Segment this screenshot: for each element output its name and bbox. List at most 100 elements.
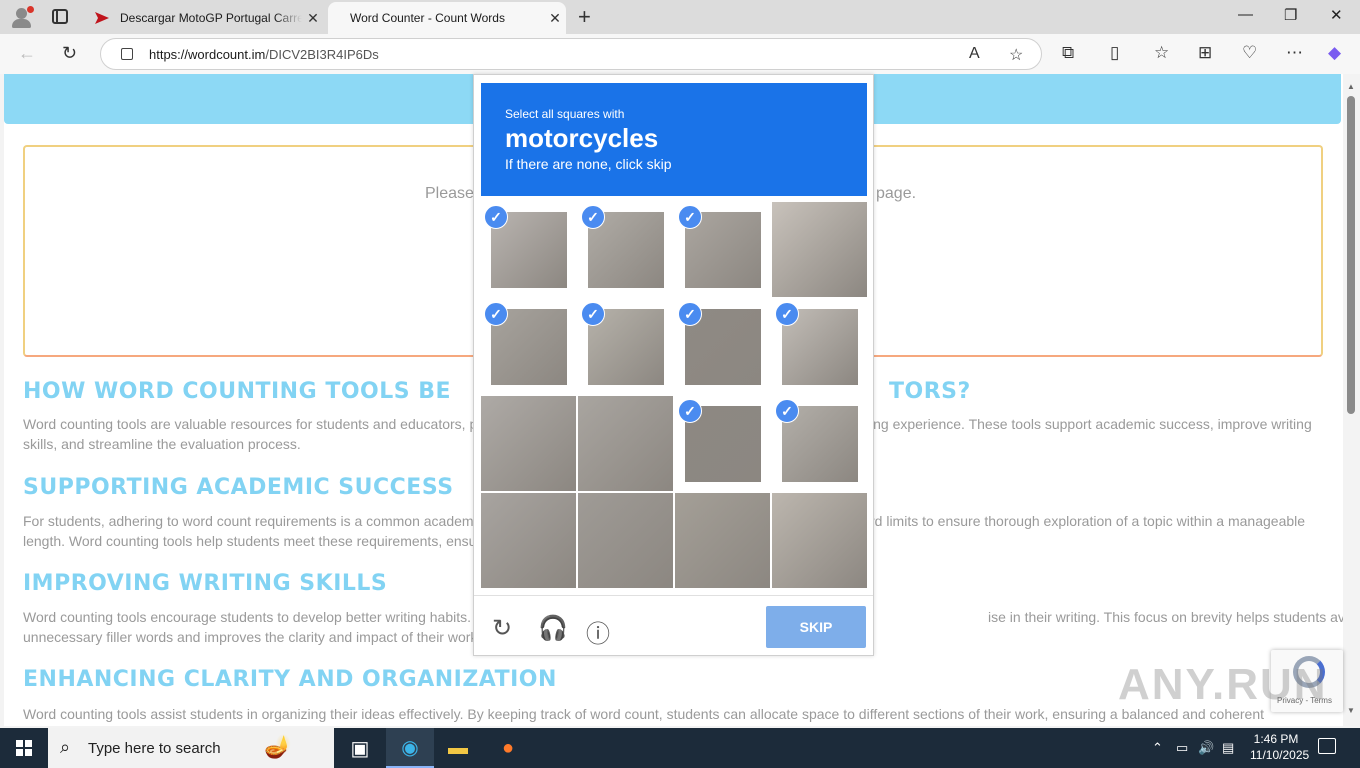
minimize-button[interactable]: —: [1238, 6, 1253, 23]
captcha-tile[interactable]: ✓: [772, 299, 867, 394]
section-heading: HOW WORD COUNTING TOOLS BE: [23, 379, 452, 404]
captcha-tile[interactable]: ✓: [675, 202, 770, 297]
section-text-end: rd limits to ensure thorough exploration…: [870, 513, 1306, 529]
captcha-tile[interactable]: [578, 493, 673, 588]
tray-device-icon[interactable]: ▭: [1176, 740, 1188, 756]
edge-taskbar-icon[interactable]: ◉: [386, 728, 434, 768]
captcha-tile[interactable]: [481, 493, 576, 588]
section-text: length. Word counting tools help student…: [23, 533, 473, 549]
favorite-star-icon[interactable]: ☆: [1009, 45, 1023, 65]
section-heading: SUPPORTING ACADEMIC SUCCESS: [23, 475, 454, 500]
tile-selected-check-icon: ✓: [775, 302, 799, 326]
captcha-tile-image: [772, 202, 867, 297]
section-text: Word counting tools are valuable resourc…: [23, 416, 473, 432]
reload-icon[interactable]: ↻: [492, 614, 512, 643]
captcha-image-grid: ✓ ✓ ✓ ✓ ✓ ✓ ✓ ✓ ✓: [481, 202, 869, 590]
captcha-tile[interactable]: [772, 202, 867, 297]
anyrun-watermark: ANY.RUN: [1118, 660, 1328, 709]
search-icon: ⌕: [60, 737, 71, 757]
more-menu-icon[interactable]: ⋯: [1286, 43, 1303, 63]
tab-close-icon[interactable]: ✕: [544, 10, 566, 27]
tile-selected-check-icon: ✓: [484, 205, 508, 229]
captcha-tile[interactable]: ✓: [772, 396, 867, 491]
clock-time: 1:46 PM: [1253, 732, 1299, 746]
tab-bar: Descargar MotoGP Portugal Carre ✕ Word C…: [0, 0, 1360, 34]
tile-selected-check-icon: ✓: [678, 399, 702, 423]
tile-selected-check-icon: ✓: [678, 205, 702, 229]
search-placeholder: Type here to search: [88, 740, 221, 757]
clock-date: 11/10/2025: [1250, 748, 1310, 762]
favorites-icon[interactable]: ☆: [1154, 43, 1169, 63]
new-tab-button[interactable]: +: [578, 4, 591, 30]
captcha-tile-image: [772, 493, 867, 588]
scroll-down-icon[interactable]: ▼: [1347, 706, 1355, 715]
captcha-tile[interactable]: ✓: [578, 299, 673, 394]
tab-close-icon[interactable]: ✕: [302, 10, 324, 27]
section-text-end: ise in their writing. This focus on brev…: [988, 609, 1343, 625]
taskbar-search[interactable]: ⌕ Type here to search 🪔: [48, 728, 334, 768]
scroll-up-icon[interactable]: ▲: [1347, 82, 1355, 91]
url-field[interactable]: https://wordcount.im/DICV2BI3R4IP6Ds A ☆: [100, 38, 1042, 70]
tile-selected-check-icon: ✓: [775, 399, 799, 423]
scroll-thumb[interactable]: [1347, 96, 1355, 414]
back-icon[interactable]: ←: [18, 43, 36, 64]
volume-icon[interactable]: 🔊: [1198, 740, 1214, 756]
tab-title: Word Counter - Count Words: [350, 11, 505, 25]
editor-placeholder-end: page.: [876, 185, 917, 202]
close-window-button[interactable]: ✕: [1330, 6, 1343, 24]
captcha-tile[interactable]: [578, 396, 673, 491]
windows-taskbar: ⌕ Type here to search 🪔 ▣ ◉ ▬ ● ⌃ ▭ 🔊 ▤ …: [0, 728, 1360, 768]
captcha-target-object: motorcycles: [505, 123, 659, 153]
section-text: For students, adhering to word count req…: [23, 513, 473, 529]
network-icon[interactable]: ▤: [1222, 740, 1234, 756]
refresh-icon[interactable]: ↻: [62, 43, 77, 64]
extensions-icon[interactable]: ⧉: [1062, 43, 1074, 63]
skip-button[interactable]: SKIP: [766, 606, 866, 648]
section-heading: IMPROVING WRITING SKILLS: [23, 571, 388, 596]
notifications-icon[interactable]: [1318, 738, 1336, 754]
copilot-icon[interactable]: ◆: [1328, 43, 1341, 63]
page-scrollbar[interactable]: ▲ ▼: [1343, 74, 1360, 726]
url-text: https://wordcount.im/DICV2BI3R4IP6Ds: [149, 47, 379, 62]
tile-selected-check-icon: ✓: [678, 302, 702, 326]
captcha-tile[interactable]: ✓: [675, 299, 770, 394]
restore-button[interactable]: ❐: [1284, 6, 1297, 24]
profile-icon[interactable]: [10, 6, 34, 28]
captcha-tile[interactable]: ✓: [675, 396, 770, 491]
info-icon[interactable]: ⓘ: [586, 614, 610, 649]
captcha-tile[interactable]: [675, 493, 770, 588]
captcha-tile[interactable]: ✓: [578, 202, 673, 297]
lock-icon: [121, 48, 133, 60]
captcha-hint: If there are none, click skip: [505, 156, 672, 172]
system-clock[interactable]: 1:46 PM 11/10/2025: [1250, 731, 1310, 763]
collections-icon[interactable]: ⊞: [1198, 43, 1212, 63]
performance-icon[interactable]: ♡: [1242, 43, 1257, 63]
captcha-tile[interactable]: [481, 396, 576, 491]
captcha-tile-image: [675, 493, 770, 588]
recaptcha-challenge: Select all squares with motorcycles If t…: [473, 74, 874, 656]
section-heading-end: TORS?: [889, 379, 971, 404]
firefox-icon[interactable]: ●: [484, 728, 532, 768]
captcha-instruction: Select all squares with: [505, 107, 625, 121]
windows-start-icon[interactable]: [16, 740, 32, 756]
audio-headphones-icon[interactable]: 🎧: [538, 614, 568, 643]
file-explorer-icon[interactable]: ▬: [434, 728, 482, 768]
captcha-tile[interactable]: ✓: [481, 299, 576, 394]
split-screen-icon[interactable]: ▯: [1110, 43, 1119, 63]
search-highlight-icon: 🪔: [264, 734, 292, 759]
captcha-tile[interactable]: [772, 493, 867, 588]
captcha-tile[interactable]: ✓: [481, 202, 576, 297]
tray-overflow-icon[interactable]: ⌃: [1152, 740, 1163, 756]
tile-selected-check-icon: ✓: [581, 205, 605, 229]
tile-selected-check-icon: ✓: [581, 302, 605, 326]
tab-motogp[interactable]: Descargar MotoGP Portugal Carre ✕: [86, 2, 324, 34]
motogp-favicon-icon: [95, 12, 109, 24]
captcha-header: Select all squares with motorcycles If t…: [481, 83, 867, 196]
captcha-tile-image: [578, 493, 673, 588]
section-text-end: ing experience. These tools support acad…: [870, 416, 1312, 432]
tab-word-counter[interactable]: Word Counter - Count Words ✕: [328, 2, 566, 34]
captcha-tile-image: [481, 396, 576, 491]
tab-actions-icon[interactable]: [52, 9, 68, 24]
read-aloud-icon[interactable]: A: [969, 45, 980, 63]
task-view-icon[interactable]: ▣: [336, 728, 384, 768]
